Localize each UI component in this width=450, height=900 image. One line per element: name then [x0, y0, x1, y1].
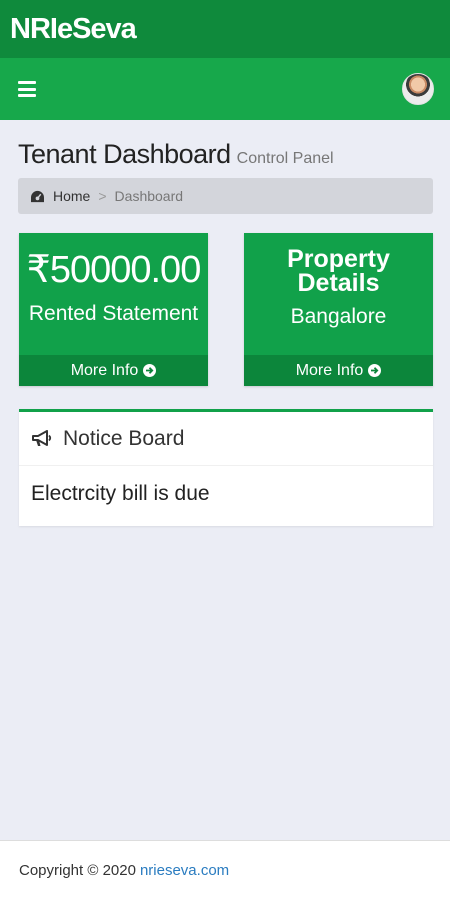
avatar[interactable] [402, 73, 434, 105]
page-header: Tenant Dashboard Control Panel [18, 139, 334, 170]
property-card: Property Details Bangalore More Info [244, 233, 433, 386]
rent-more-info-button[interactable]: More Info [19, 355, 208, 386]
rent-card: ₹50000.00 Rented Statement More Info [19, 233, 208, 386]
brand-bar: NRIeSeva [0, 0, 450, 58]
brand-title: NRIeSeva [10, 12, 137, 45]
rent-label: Rented Statement [28, 302, 199, 325]
notice-message: Electrcity bill is due [31, 482, 210, 505]
copyright-text: Copyright © 2020 [19, 862, 136, 879]
top-nav [0, 58, 450, 120]
more-info-label: More Info [295, 361, 364, 379]
page-footer: Copyright © 2020 nrieseva.com [0, 840, 450, 900]
breadcrumb-separator: > [98, 188, 107, 204]
notice-header: Notice Board [19, 412, 433, 466]
breadcrumb: Home > Dashboard [18, 178, 433, 214]
rent-amount: ₹50000.00 [26, 249, 202, 291]
property-heading: Property Details [244, 245, 433, 297]
page-title: Tenant Dashboard [18, 139, 231, 169]
arrow-circle-right-icon [143, 364, 157, 377]
property-heading-line1: Property [287, 245, 390, 273]
megaphone-icon [32, 429, 52, 446]
site-link[interactable]: nrieseva.com [140, 862, 229, 879]
arrow-circle-right-icon [368, 364, 382, 377]
property-location: Bangalore [290, 305, 387, 328]
breadcrumb-home[interactable]: Home [53, 188, 90, 204]
dashboard-icon [31, 190, 44, 202]
more-info-label: More Info [70, 361, 139, 379]
notice-title: Notice Board [63, 426, 185, 450]
breadcrumb-current: Dashboard [114, 188, 184, 204]
page-subtitle: Control Panel [236, 150, 334, 167]
notice-board: Notice Board Electrcity bill is due [19, 409, 433, 526]
property-more-info-button[interactable]: More Info [244, 355, 433, 386]
hamburger-icon[interactable] [18, 81, 36, 97]
property-heading-line2: Details [297, 269, 380, 297]
